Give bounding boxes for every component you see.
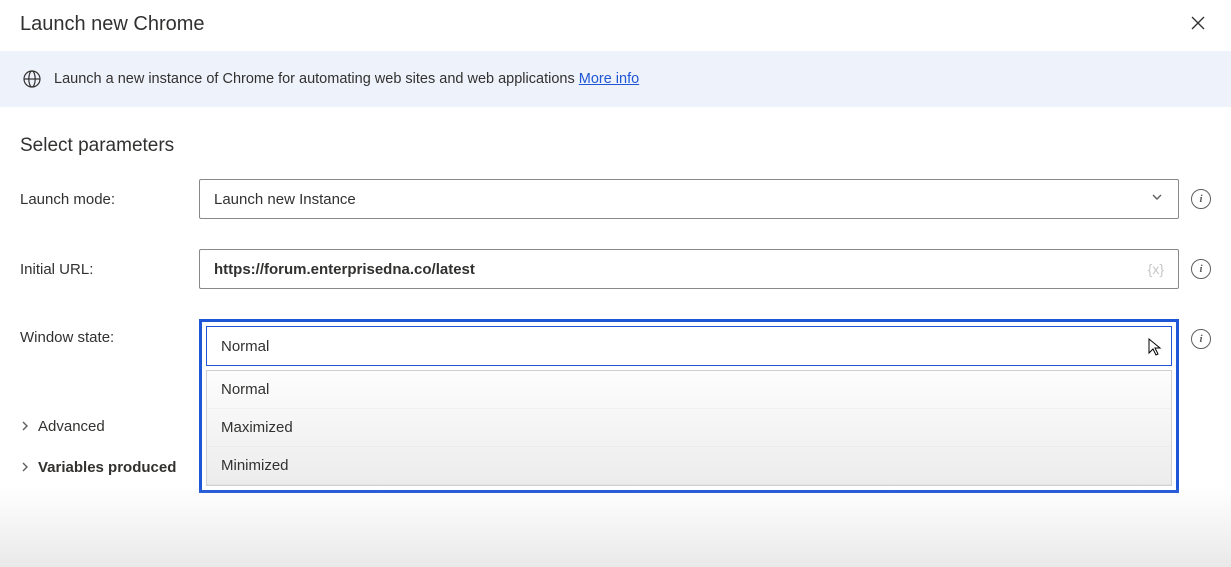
variable-hint-icon[interactable]: {x} xyxy=(1148,261,1164,277)
info-icon[interactable]: i xyxy=(1191,329,1211,349)
more-info-link[interactable]: More info xyxy=(579,71,639,87)
chevron-right-icon xyxy=(20,420,30,434)
chevron-down-icon xyxy=(1150,190,1164,208)
advanced-expander[interactable]: Advanced xyxy=(20,418,190,435)
launch-mode-select[interactable]: Launch new Instance xyxy=(199,179,1179,219)
dialog-title: Launch new Chrome xyxy=(20,13,205,36)
advanced-label: Advanced xyxy=(38,418,105,435)
option-normal[interactable]: Normal xyxy=(207,371,1171,409)
window-state-value: Normal xyxy=(221,338,269,355)
variables-label: Variables produced xyxy=(38,459,176,476)
option-maximized[interactable]: Maximized xyxy=(207,409,1171,447)
banner-text: Launch a new instance of Chrome for auto… xyxy=(54,71,639,87)
dialog-header: Launch new Chrome xyxy=(0,0,1231,51)
cursor-icon xyxy=(1147,337,1163,357)
initial-url-input[interactable]: https://forum.enterprisedna.co/latest {x… xyxy=(199,249,1179,289)
expanders: Advanced Variables produced xyxy=(20,412,190,500)
info-icon[interactable]: i xyxy=(1191,189,1211,209)
section-title: Select parameters xyxy=(20,135,1211,157)
launch-mode-label: Launch mode: xyxy=(20,191,185,208)
banner-desc: Launch a new instance of Chrome for auto… xyxy=(54,71,579,87)
chevron-right-icon xyxy=(20,461,30,475)
variables-expander[interactable]: Variables produced xyxy=(20,459,190,476)
field-launch-mode: Launch mode: Launch new Instance i xyxy=(20,179,1211,219)
close-icon[interactable] xyxy=(1185,10,1211,39)
option-minimized[interactable]: Minimized xyxy=(207,447,1171,485)
globe-icon xyxy=(22,69,42,89)
window-state-options: Normal Maximized Minimized xyxy=(206,370,1172,486)
initial-url-label: Initial URL: xyxy=(20,261,185,278)
window-state-dropdown-highlight: Normal Normal Maximized Minimized xyxy=(199,319,1179,493)
field-initial-url: Initial URL: https://forum.enterprisedna… xyxy=(20,249,1211,289)
window-state-select[interactable]: Normal xyxy=(206,326,1172,366)
initial-url-value: https://forum.enterprisedna.co/latest xyxy=(214,261,475,278)
window-state-label: Window state: xyxy=(20,319,185,346)
launch-mode-value: Launch new Instance xyxy=(214,191,356,208)
field-window-state: Window state: Normal Normal Maximized Mi… xyxy=(20,319,1211,493)
info-banner: Launch a new instance of Chrome for auto… xyxy=(0,51,1231,107)
info-icon[interactable]: i xyxy=(1191,259,1211,279)
